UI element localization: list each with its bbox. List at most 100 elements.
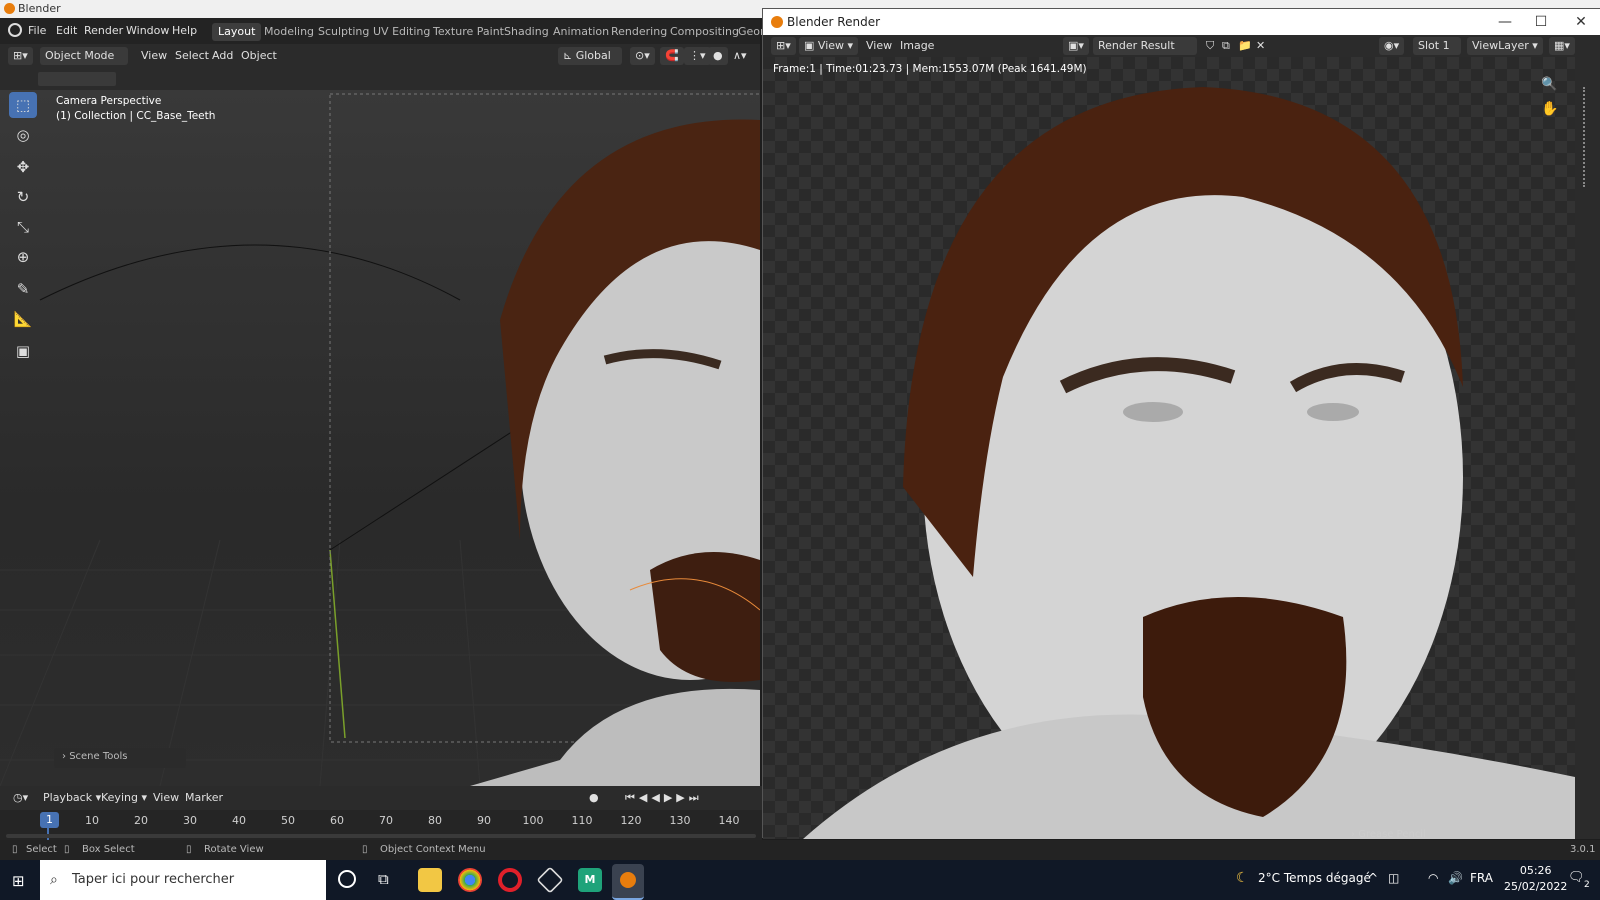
- zoom-icon[interactable]: 🔍: [1541, 77, 1557, 92]
- blender-taskbar-icon[interactable]: [612, 864, 644, 900]
- status-rotate-view: Rotate View: [204, 844, 264, 855]
- menu-add[interactable]: Add: [207, 47, 238, 65]
- menu-window[interactable]: Window: [126, 24, 169, 37]
- network-icon[interactable]: ◫: [1388, 871, 1399, 885]
- menu-edit[interactable]: Edit: [56, 24, 77, 37]
- tab-modeling[interactable]: Modeling: [258, 23, 320, 41]
- scene-tools-panel[interactable]: › Scene Tools: [54, 748, 186, 768]
- clock-icon[interactable]: ◷▾: [8, 789, 33, 807]
- file-explorer-icon[interactable]: [418, 868, 442, 892]
- close-button[interactable]: ✕: [1563, 9, 1599, 35]
- menu-render[interactable]: Render: [84, 24, 123, 37]
- timeline-scrollbar[interactable]: [6, 834, 756, 838]
- slot-select[interactable]: Slot 1 ▾: [1413, 37, 1461, 70]
- language-indicator[interactable]: FRA: [1470, 871, 1493, 885]
- camera-line: [329, 419, 531, 551]
- version-label: 3.0.1: [1570, 844, 1596, 855]
- tab-rendering[interactable]: Rendering: [605, 23, 673, 41]
- status-select: Select: [26, 844, 57, 855]
- annotate-icon[interactable]: ✎: [9, 276, 37, 302]
- record-button[interactable]: ●: [584, 789, 604, 807]
- measure-icon[interactable]: 📐: [9, 306, 37, 332]
- render-window: Blender Render — ☐ ✕ ⊞▾ ▣ View ▾ View Im…: [762, 8, 1600, 839]
- right-eye: [1307, 403, 1359, 421]
- clock-date: 25/02/2022: [1504, 880, 1568, 893]
- tab-layout[interactable]: Layout: [212, 23, 262, 41]
- camera-arc: [39, 244, 461, 301]
- clock[interactable]: 05:26 25/02/2022: [1504, 863, 1567, 895]
- windows-start-icon[interactable]: ⊞: [12, 872, 25, 890]
- menu-view[interactable]: View: [148, 789, 184, 807]
- menu-help[interactable]: Help: [172, 24, 197, 37]
- editor-type-button[interactable]: ⊞▾: [771, 37, 796, 55]
- menu-keying[interactable]: Keying ▾: [96, 789, 152, 807]
- minimize-button[interactable]: —: [1487, 9, 1523, 35]
- playback-controls[interactable]: ⏮◀◀▶▶⏭: [620, 789, 708, 807]
- blender-menu-icon[interactable]: [8, 23, 22, 37]
- view-layer-select[interactable]: ViewLayer ▾: [1467, 37, 1543, 55]
- wifi-icon[interactable]: ◠: [1428, 871, 1438, 885]
- menu-image[interactable]: Image: [895, 37, 939, 55]
- image-browse-button[interactable]: ▣▾: [1063, 37, 1089, 55]
- tray-chevron-icon[interactable]: ^: [1368, 871, 1378, 885]
- timeline[interactable]: 1 10 20 30 40 50 60 70 80 90 100 110 120…: [0, 810, 762, 840]
- view-layer-label: ViewLayer: [1472, 39, 1529, 52]
- mode-select[interactable]: Object Mode ▾: [40, 47, 128, 80]
- grease-pencil-panel[interactable]: › Grease Pencil: [1351, 829, 1426, 839]
- sidebar-tab-icons[interactable]: [1583, 87, 1593, 187]
- scene-tools-label: Scene Tools: [69, 751, 128, 762]
- mouse-middle-icon: ▯: [186, 844, 192, 855]
- 3d-viewport[interactable]: Camera Perspective (1) Collection | CC_B…: [0, 90, 760, 786]
- falloff-icon[interactable]: ∧▾: [728, 47, 752, 65]
- render-pass-button[interactable]: ▦▾: [1549, 37, 1575, 55]
- tab-sculpting[interactable]: Sculpting: [312, 23, 375, 41]
- render-result-canvas[interactable]: Frame:1 | Time:01:23.73 | Mem:1553.07M (…: [763, 57, 1575, 839]
- transform-icon[interactable]: ⊕: [9, 244, 37, 270]
- pan-hand-icon[interactable]: ✋: [1541, 101, 1558, 117]
- status-bar: ▯ Select ▯ Box Select ▯ Rotate View ▯ Ob…: [0, 840, 1600, 860]
- proportional-edit-toggle[interactable]: ●: [708, 47, 728, 65]
- current-frame-indicator[interactable]: 1: [40, 812, 59, 828]
- image-name-field[interactable]: Render Result: [1093, 37, 1197, 55]
- menu-marker[interactable]: Marker: [180, 789, 228, 807]
- snap-target-button[interactable]: ⋮▾: [684, 47, 711, 65]
- render-window-title: Blender Render: [787, 15, 881, 29]
- taskbar-search[interactable]: ⌕ Taper ici pour rechercher: [40, 860, 326, 900]
- weather-text[interactable]: 2°C Temps dégagé: [1258, 871, 1371, 885]
- volume-icon[interactable]: 🔊: [1448, 871, 1463, 885]
- select-box-icon[interactable]: ⬚: [9, 92, 37, 118]
- mouse-left-icon: ▯: [12, 844, 18, 855]
- notification-icon[interactable]: 🗨: [1568, 870, 1585, 885]
- marvelous-designer-icon[interactable]: M: [578, 868, 602, 892]
- display-channels-button[interactable]: ◉▾: [1379, 37, 1405, 55]
- viewport-overlay-view: Camera Perspective: [56, 95, 162, 107]
- chrome-icon[interactable]: [458, 868, 482, 892]
- frame-tick: 60: [330, 814, 344, 827]
- frame-tick: 120: [620, 814, 642, 827]
- 3d-viewer-icon[interactable]: [536, 866, 564, 894]
- view-mode-select[interactable]: ▣ View ▾: [799, 37, 859, 55]
- menu-view[interactable]: View: [861, 37, 897, 55]
- menu-view[interactable]: View: [136, 47, 172, 65]
- tab-uv-editing[interactable]: UV Editing: [367, 23, 436, 41]
- menu-object[interactable]: Object: [236, 47, 282, 65]
- scale-icon[interactable]: ⤡: [9, 214, 37, 240]
- maximize-button[interactable]: ☐: [1523, 9, 1559, 35]
- menu-file[interactable]: File: [28, 24, 46, 37]
- windows-taskbar: ⊞ ⌕ Taper ici pour rechercher ⧉ M ☾ 2°C …: [0, 860, 1600, 900]
- task-view-icon[interactable]: ⧉: [378, 870, 389, 888]
- unlink-icon[interactable]: ✕: [1251, 37, 1270, 55]
- move-icon[interactable]: ✥: [9, 154, 37, 180]
- orientation-label: Global: [575, 49, 611, 62]
- chevron-right-icon: ›: [62, 751, 66, 762]
- selection-mode-buttons[interactable]: [38, 72, 116, 86]
- cursor-icon[interactable]: ◎: [9, 122, 37, 148]
- transform-orientation-select[interactable]: ⊾ Global ▾: [558, 47, 622, 80]
- pivot-point-button[interactable]: ⊙▾: [630, 47, 655, 65]
- editor-type-button[interactable]: ⊞▾: [8, 47, 33, 65]
- cortana-icon[interactable]: [338, 870, 356, 888]
- opera-icon[interactable]: [498, 868, 522, 892]
- add-cube-icon[interactable]: ▣: [9, 338, 37, 364]
- rotate-icon[interactable]: ↻: [9, 184, 37, 210]
- snap-toggle[interactable]: 🧲: [660, 47, 684, 65]
